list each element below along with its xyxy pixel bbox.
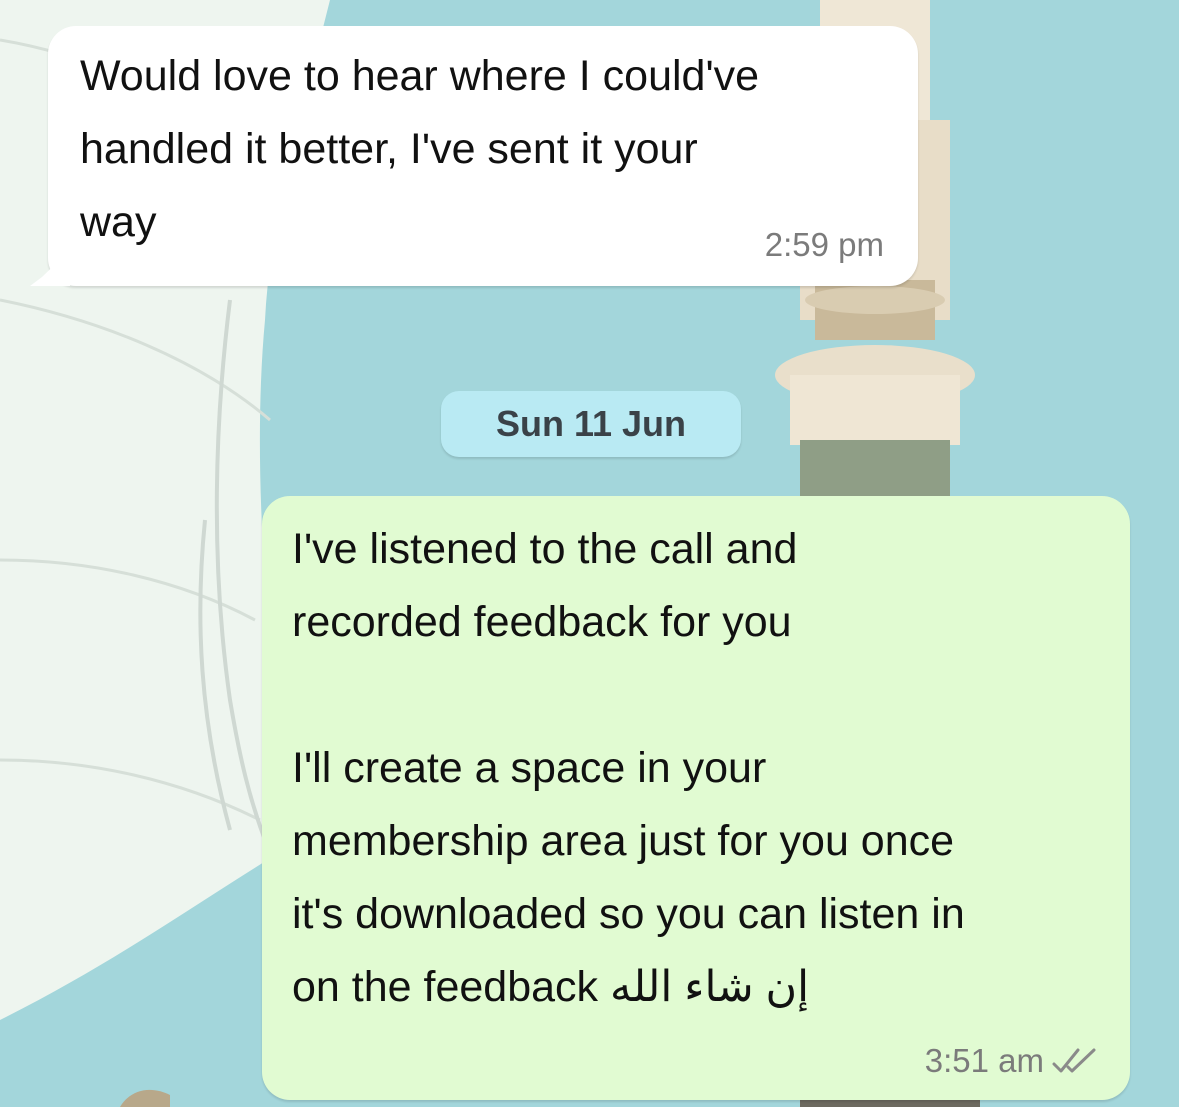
message-text: I've listened to the call and recorded f… <box>292 525 965 1011</box>
message-timestamp: 2:59 pm <box>764 226 884 263</box>
incoming-message-bubble[interactable]: Would love to hear where I could've hand… <box>30 26 918 286</box>
outgoing-message-bubble[interactable]: I've listened to the call and recorded f… <box>262 496 1130 1100</box>
date-separator: Sun 11 Jun <box>441 391 741 457</box>
message-timestamp: 3:51 am <box>924 1042 1044 1079</box>
double-check-read-icon <box>1052 1048 1096 1073</box>
